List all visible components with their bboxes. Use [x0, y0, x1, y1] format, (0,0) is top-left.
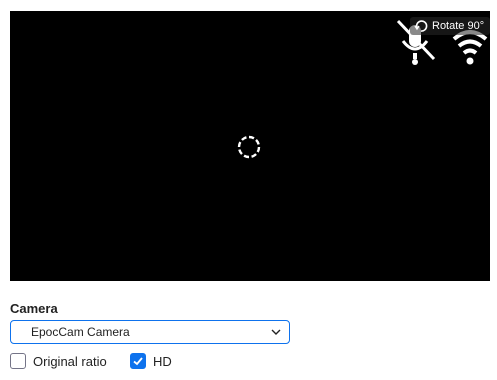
- chevron-down-icon: [271, 329, 281, 335]
- checkmark-icon: [133, 357, 143, 366]
- hd-checkbox[interactable]: [130, 353, 146, 369]
- hd-label: HD: [153, 353, 172, 369]
- hd-option[interactable]: HD: [130, 352, 172, 370]
- rotate-icon: [414, 20, 428, 32]
- camera-section-label: Camera: [10, 301, 58, 316]
- video-preview: Rotate 90°: [10, 11, 491, 281]
- camera-select[interactable]: EpocCam Camera: [10, 320, 290, 344]
- wifi-icon: [452, 30, 488, 65]
- rotate-label: Rotate 90°: [432, 20, 485, 32]
- camera-select-value: EpocCam Camera: [31, 325, 130, 339]
- original-ratio-label: Original ratio: [33, 353, 107, 369]
- loading-spinner-icon: [237, 135, 261, 159]
- original-ratio-checkbox[interactable]: [10, 353, 26, 369]
- original-ratio-option[interactable]: Original ratio: [10, 352, 107, 370]
- rotate-90-button[interactable]: Rotate 90°: [410, 17, 491, 35]
